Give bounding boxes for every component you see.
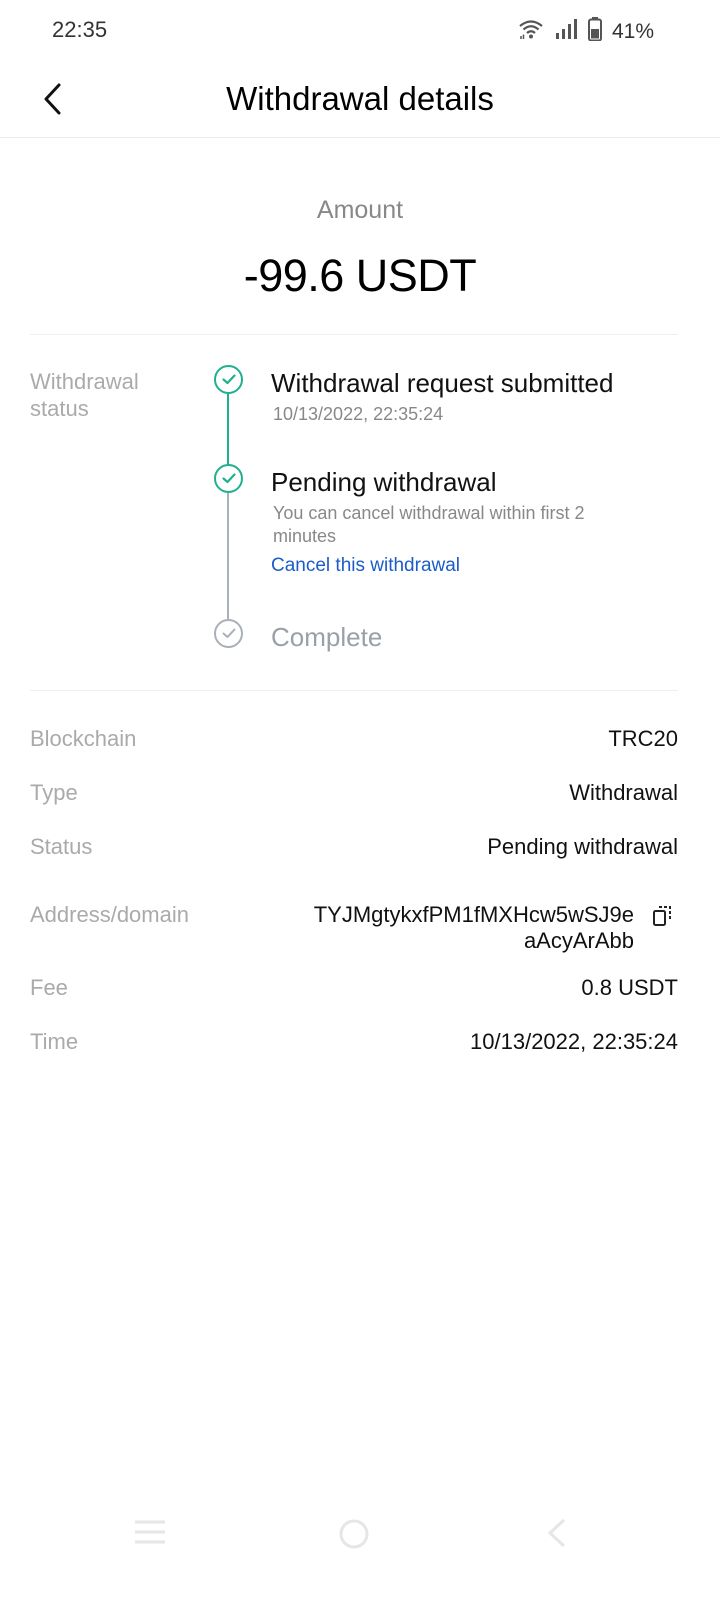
nav-back-button[interactable] <box>546 1518 568 1553</box>
menu-icon <box>135 1520 165 1544</box>
divider <box>30 690 678 691</box>
fee-label: Fee <box>30 975 68 1000</box>
cancel-withdrawal-link[interactable]: Cancel this withdrawal <box>271 555 460 577</box>
home-button[interactable] <box>338 1518 370 1555</box>
step-check-icon <box>214 365 243 394</box>
type-value: Withdrawal <box>569 780 678 805</box>
page-title: Withdrawal details <box>226 80 494 117</box>
step-subtitle-submitted: 10/13/2022, 22:35:24 <box>273 404 444 424</box>
copy-address-button[interactable] <box>652 904 674 928</box>
amount-value: -99.6 USDT <box>243 250 477 301</box>
status-label: Status <box>30 834 93 859</box>
home-icon <box>339 1519 369 1549</box>
detail-row-address: Address/domain TYJMgtykxfPM1fMXHcw5wSJ9e… <box>30 902 678 958</box>
fee-value: 0.8 USDT <box>581 975 678 1000</box>
status-icons: 41% <box>518 17 654 46</box>
blockchain-value: TRC20 <box>608 726 678 751</box>
header: Withdrawal details <box>0 60 720 138</box>
timeline-line-done <box>227 393 229 465</box>
step-title-submitted: Withdrawal request submitted <box>271 368 614 398</box>
address-value: TYJMgtykxfPM1fMXHcw5wSJ9eaAcyArAbb <box>313 902 634 953</box>
status-bar: 22:35 41% <box>0 0 720 60</box>
amount-label: Amount <box>316 196 404 224</box>
timeline-line-pending <box>227 493 229 619</box>
battery-icon <box>587 17 602 46</box>
blockchain-label: Blockchain <box>30 726 137 751</box>
step-title-complete: Complete <box>271 622 383 652</box>
time-value: 10/13/2022, 22:35:24 <box>470 1029 678 1054</box>
time-label: Time <box>30 1029 79 1054</box>
step-pending-check-icon <box>214 619 243 648</box>
status-time: 22:35 <box>52 17 108 42</box>
copy-icon <box>653 906 671 926</box>
wifi-icon <box>518 18 544 45</box>
address-label: Address/domain <box>30 902 189 927</box>
step-check-icon <box>214 464 243 493</box>
battery-percent: 41% <box>611 19 654 43</box>
signal-icon <box>554 18 578 45</box>
divider <box>30 334 678 335</box>
back-icon <box>547 1518 566 1548</box>
step-subtitle-pending: You can cancel withdrawal within first 2… <box>273 503 585 546</box>
system-nav-bar <box>0 1500 720 1600</box>
step-title-pending: Pending withdrawal <box>271 467 497 497</box>
menu-button[interactable] <box>133 1518 167 1551</box>
status-value: Pending withdrawal <box>487 834 678 859</box>
withdrawal-status-label: Withdrawal status <box>30 369 139 421</box>
type-label: Type <box>30 780 78 805</box>
